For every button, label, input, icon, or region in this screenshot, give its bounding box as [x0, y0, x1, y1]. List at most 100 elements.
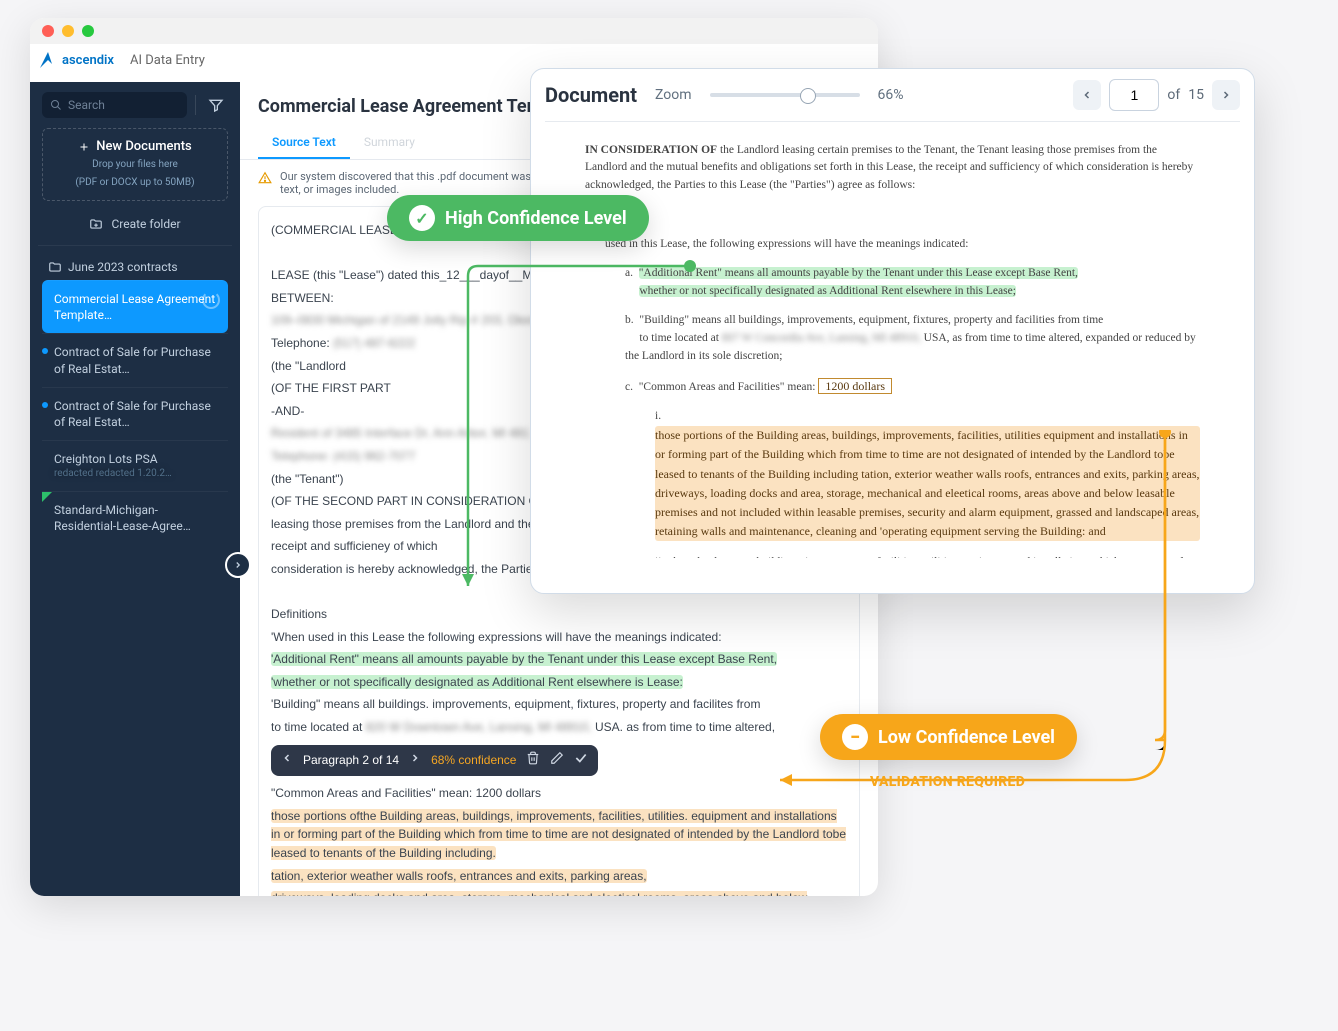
text-line[interactable]: Definitions [271, 605, 847, 624]
approve-paragraph-button[interactable] [574, 751, 588, 771]
filter-button[interactable] [204, 93, 228, 117]
close-window-button[interactable] [42, 25, 54, 37]
doc-high-confidence-span: whether or not specifically designated a… [639, 285, 1016, 297]
sidebar: Search New Documents Drop your files her… [30, 82, 240, 896]
low-confidence-span[interactable]: tation, exterior weather walls roofs, en… [271, 869, 647, 883]
pencil-icon [550, 751, 564, 765]
loading-spinner-icon [202, 291, 220, 309]
tab-label: Source Text [272, 135, 336, 149]
filter-icon [208, 97, 224, 113]
create-folder-label: Create folder [111, 217, 180, 231]
macos-titlebar [30, 18, 878, 44]
high-confidence-callout: ✓ High Confidence Level [387, 195, 649, 241]
document-label: Document [545, 83, 637, 107]
maximize-window-button[interactable] [82, 25, 94, 37]
document-page-rendering[interactable]: IN CONSIDERATION OF the Landlord leasing… [545, 121, 1240, 558]
doc-text: to time located at [639, 332, 721, 344]
check-badge-icon: ✓ [409, 205, 435, 231]
callout-label: Low Confidence Level [878, 727, 1055, 748]
new-documents-dropzone[interactable]: New Documents Drop your files here (PDF … [42, 128, 228, 201]
doc-text: "Common Areas and Facilities" mean: [639, 381, 816, 393]
validation-required-label: VALIDATION REQUIRED [870, 774, 1025, 790]
text-line[interactable]: Telephone: [271, 336, 330, 350]
brand-text: ascendix [62, 53, 114, 68]
high-confidence-span[interactable]: 'whether or not specifically designated … [271, 675, 683, 689]
text-line[interactable]: to time located at [271, 720, 366, 734]
low-confidence-callout: − Low Confidence Level [820, 714, 1077, 760]
check-icon [574, 751, 588, 765]
doc-text: IN CONSIDERATION OF [585, 144, 717, 156]
confidence-value: 68% confidence [431, 751, 516, 770]
chevron-right-icon [233, 560, 243, 570]
chevron-left-icon [1081, 89, 1093, 101]
sidebar-doc-item[interactable]: Creighton Lots PSA redacted redacted 1.2… [42, 440, 228, 491]
warning-icon [258, 171, 272, 185]
search-icon [50, 99, 62, 111]
total-pages: 15 [1188, 87, 1204, 103]
text-line[interactable]: 'When used in this Lease the following e… [271, 628, 847, 647]
sidebar-collapse-button[interactable] [225, 552, 251, 578]
doc-sub: redacted redacted 1.20.2… [54, 467, 220, 481]
doc-label: Creighton Lots PSA [54, 451, 220, 467]
doc-label: Contract of Sale for Purchase of Real Es… [54, 398, 220, 430]
folder-plus-icon [89, 217, 103, 231]
tab-source-text[interactable]: Source Text [258, 125, 350, 159]
status-dot-icon [42, 402, 48, 408]
paragraph-review-toolbar: Paragraph 2 of 14 68% confidence [271, 745, 598, 777]
new-documents-title: New Documents [96, 139, 192, 154]
sidebar-doc-item[interactable]: Contract of Sale for Purchase of Real Es… [42, 387, 228, 440]
chevron-left-icon [281, 752, 293, 764]
folder-label: June 2023 contracts [68, 260, 178, 274]
zoom-slider[interactable] [710, 93, 860, 97]
search-placeholder: Search [68, 98, 105, 112]
redacted-text: 807 W Concordia Ave, Lansing, MI 48910, [722, 332, 921, 344]
low-confidence-span[interactable]: those portions ofthe Building areas, bui… [271, 809, 846, 860]
dropzone-hint1: Drop your files here [53, 158, 217, 172]
create-folder-button[interactable]: Create folder [42, 211, 228, 237]
divider [38, 245, 232, 246]
dropzone-hint2: (PDF or DOCX up to 50MB) [53, 176, 217, 190]
next-page-button[interactable] [1212, 80, 1240, 110]
status-dot-icon [42, 348, 48, 354]
text-line[interactable]: "Common Areas and Facilities" mean: 1200… [271, 784, 847, 803]
page-number-input[interactable] [1109, 79, 1159, 111]
low-confidence-span[interactable]: driveways, loading docks and area, stora… [271, 891, 807, 896]
prev-page-button[interactable] [1073, 80, 1101, 110]
zoom-label: Zoom [655, 87, 692, 103]
slider-knob[interactable] [800, 88, 816, 104]
folder-item[interactable]: June 2023 contracts [42, 254, 228, 280]
search-divider [195, 95, 196, 115]
app-title: AI Data Entry [130, 53, 205, 68]
folder-icon [48, 260, 62, 274]
delete-paragraph-button[interactable] [526, 751, 540, 771]
paragraph-index-label: Paragraph 2 of 14 [303, 751, 399, 770]
prev-paragraph-button[interactable] [281, 751, 293, 770]
doc-label: Standard-Michigan-Residential-Lease-Agre… [54, 502, 220, 534]
tab-summary[interactable]: Summary [350, 125, 429, 159]
text-line[interactable]: USA. as from time to time altered, [592, 720, 775, 734]
doc-low-confidence-span: those portions of the Building areas, bu… [655, 426, 1200, 541]
doc-label: Commercial Lease Agreement Template… [54, 291, 220, 323]
search-input[interactable]: Search [42, 92, 187, 118]
brand-logo: ascendix [38, 50, 114, 70]
sidebar-doc-item[interactable]: Contract of Sale for Purchase of Real Es… [42, 333, 228, 386]
high-confidence-span[interactable]: 'Additional Rent" means all amounts paya… [271, 652, 777, 666]
next-paragraph-button[interactable] [409, 751, 421, 770]
text-line[interactable]: 'Building" means all buildings. improvem… [271, 695, 847, 714]
doc-text: those lands, areas, buildings, improveme… [655, 556, 1193, 559]
zoom-value: 66% [878, 87, 904, 103]
minus-badge-icon: − [842, 724, 868, 750]
chevron-right-icon [409, 752, 421, 764]
chevron-right-icon [1220, 89, 1232, 101]
sidebar-doc-selected[interactable]: Commercial Lease Agreement Template… [42, 280, 228, 333]
handwritten-value: 1200 dollars [818, 378, 892, 394]
trash-icon [526, 751, 540, 765]
plus-icon [78, 141, 90, 153]
callout-label: High Confidence Level [445, 208, 627, 229]
edit-paragraph-button[interactable] [550, 751, 564, 771]
sidebar-doc-item[interactable]: Standard-Michigan-Residential-Lease-Agre… [42, 491, 228, 544]
redacted-text: 820 W Downtown Ave, Lansing, MI 48910, [366, 720, 592, 734]
tab-label: Summary [364, 135, 415, 149]
minimize-window-button[interactable] [62, 25, 74, 37]
doc-high-confidence-span: "Additional Rent" means all amounts paya… [639, 267, 1078, 279]
